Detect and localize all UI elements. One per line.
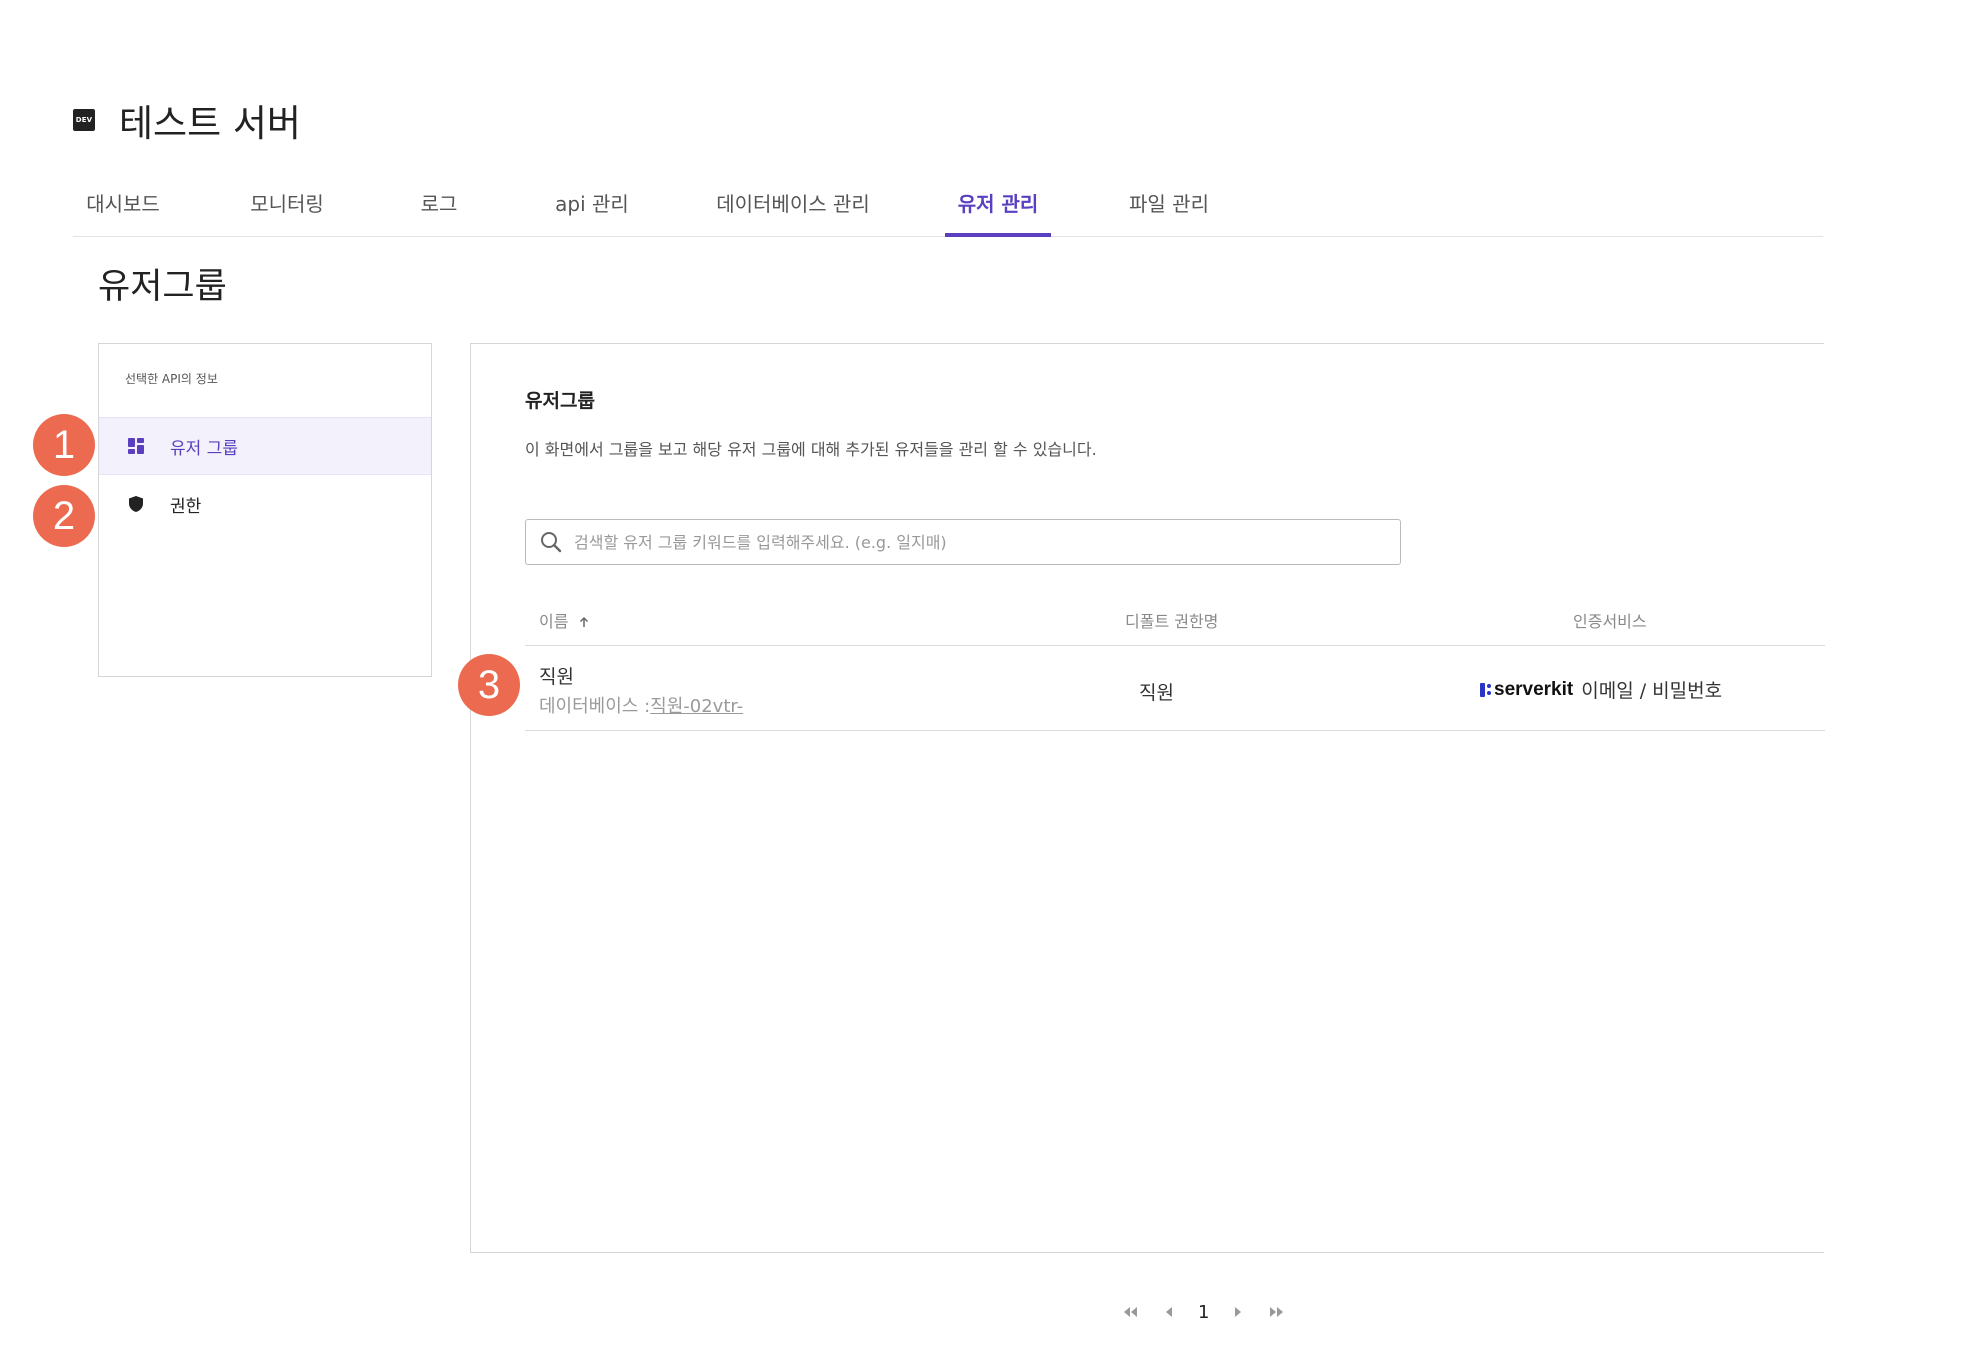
- dev-badge: DEV: [73, 109, 95, 131]
- main-tabs: 대시보드 모니터링 로그 api 관리 데이터베이스 관리 유저 관리 파일 관…: [73, 180, 1823, 237]
- serverkit-brand-text: serverkit: [1494, 678, 1574, 700]
- tab-api-management[interactable]: api 관리: [537, 180, 647, 236]
- sidebar: 선택한 API의 정보 유저 그룹 권한: [98, 343, 432, 677]
- group-database: 데이터베이스 :직원-02vtr-: [539, 692, 743, 718]
- chevron-right-icon: [1235, 1307, 1242, 1317]
- column-header-name[interactable]: 이름: [539, 608, 590, 632]
- last-page-button[interactable]: [1265, 1301, 1287, 1323]
- search-box: [525, 519, 1401, 565]
- server-title: 테스트 서버: [119, 102, 301, 145]
- search-input[interactable]: [574, 532, 1394, 552]
- search-icon: [538, 529, 564, 555]
- default-role-value: 직원: [1139, 682, 1174, 704]
- app-header: DEV 테스트 서버: [73, 95, 301, 145]
- auth-service-value: serverkit 이메일 / 비밀번호: [1480, 676, 1722, 703]
- table-row[interactable]: 직원 데이터베이스 :직원-02vtr- 직원 serverkit 이메일 / …: [525, 646, 1825, 731]
- panel-description: 이 화면에서 그룹을 보고 해당 유저 그룹에 대해 추가된 유저들을 관리 할…: [525, 440, 1097, 459]
- serverkit-mark-icon: [1480, 682, 1491, 697]
- next-page-button[interactable]: [1227, 1301, 1249, 1323]
- tab-dashboard[interactable]: 대시보드: [73, 180, 173, 236]
- group-name: 직원: [539, 666, 574, 688]
- page-title: 유저그룹: [98, 267, 227, 307]
- sidebar-item-user-group[interactable]: 유저 그룹: [99, 417, 431, 475]
- table-header: 이름 디폴트 권한명 인증서비스: [525, 594, 1825, 646]
- callout-badge-2: 2: [33, 485, 95, 547]
- database-prefix: 데이터베이스 :: [539, 696, 651, 717]
- dashboard-icon: [127, 437, 145, 455]
- chevron-left-icon: [1166, 1307, 1172, 1317]
- column-header-label: 이름: [539, 612, 569, 631]
- sidebar-item-label: 권한: [170, 496, 202, 517]
- tab-database-management[interactable]: 데이터베이스 관리: [693, 180, 893, 236]
- callout-badge-3: 3: [458, 654, 520, 716]
- tab-file-management[interactable]: 파일 관리: [1109, 180, 1229, 236]
- double-chevron-right-icon: [1270, 1307, 1284, 1317]
- pagination: 1: [1120, 1300, 1287, 1324]
- column-header-auth-service: 인증서비스: [1573, 612, 1647, 631]
- shield-icon: [127, 495, 145, 513]
- prev-page-button[interactable]: [1158, 1301, 1180, 1323]
- panel-title: 유저그룹: [525, 390, 595, 412]
- main-panel: 유저그룹 이 화면에서 그룹을 보고 해당 유저 그룹에 대해 추가된 유저들을…: [470, 343, 1825, 1253]
- sidebar-caption: 선택한 API의 정보: [125, 372, 218, 386]
- serverkit-logo: serverkit: [1480, 679, 1573, 701]
- sidebar-item-label: 유저 그룹: [170, 438, 238, 459]
- database-link[interactable]: 직원-02vtr-: [650, 696, 743, 717]
- auth-method-label: 이메일 / 비밀번호: [1581, 680, 1723, 702]
- tab-user-management[interactable]: 유저 관리: [945, 180, 1051, 237]
- tab-logs[interactable]: 로그: [399, 180, 479, 236]
- sidebar-item-permissions[interactable]: 권한: [99, 475, 431, 533]
- tab-monitoring[interactable]: 모니터링: [237, 180, 337, 236]
- column-header-default-role: 디폴트 권한명: [1125, 612, 1219, 631]
- callout-badge-1: 1: [33, 414, 95, 476]
- page-number[interactable]: 1: [1198, 1302, 1209, 1323]
- first-page-button[interactable]: [1120, 1301, 1142, 1323]
- sort-arrow-up-icon: [578, 613, 590, 632]
- double-chevron-left-icon: [1124, 1307, 1137, 1317]
